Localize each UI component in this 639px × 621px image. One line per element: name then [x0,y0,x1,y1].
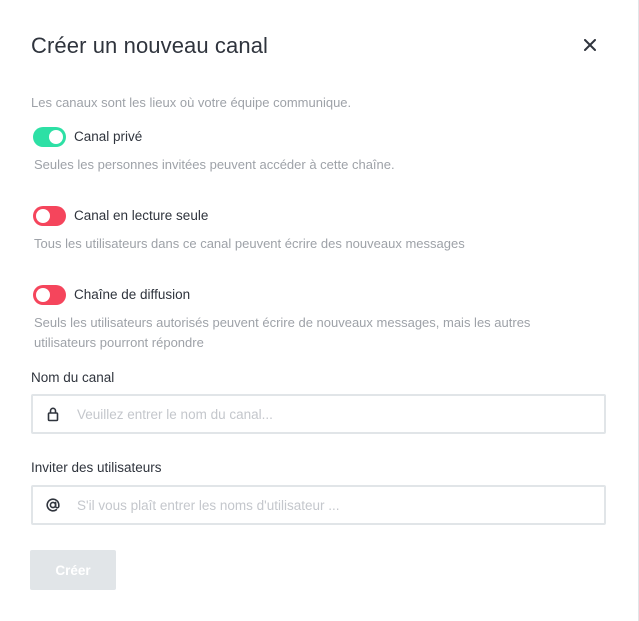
at-icon [33,487,73,523]
private-channel-label: Canal privé [74,129,143,144]
close-button[interactable] [581,36,599,54]
toggle-knob [36,288,50,302]
toggle-knob [49,130,63,144]
modal-title: Créer un nouveau canal [31,33,269,58]
private-channel-toggle[interactable] [33,127,66,147]
read-only-channel-toggle[interactable] [33,206,66,226]
modal-header: Créer un nouveau canal [31,32,611,62]
private-channel-row: Canal privé [33,127,142,147]
read-only-channel-row: Canal en lecture seule [33,206,208,226]
broadcast-channel-help: Seuls les utilisateurs autorisés peuvent… [34,315,531,350]
channel-name-label: Nom du canal [31,370,115,385]
private-channel-help: Seules les personnes invitées peuvent ac… [34,157,395,172]
intro-text: Les canaux sont les lieux où votre équip… [31,95,352,110]
channel-name-field [31,394,606,434]
invite-users-field [31,485,606,525]
toggle-knob [36,209,50,223]
channel-name-input[interactable] [73,397,604,431]
read-only-channel-label: Canal en lecture seule [74,208,209,223]
broadcast-channel-label: Chaîne de diffusion [74,287,191,302]
lock-icon [33,396,73,432]
broadcast-channel-row: Chaîne de diffusion [33,285,190,305]
create-button[interactable]: Créer [30,550,116,590]
invite-users-input[interactable] [73,488,604,522]
broadcast-channel-toggle[interactable] [33,285,66,305]
close-icon [584,39,596,51]
create-channel-modal: Créer un nouveau canal Les canaux sont l… [0,0,639,621]
read-only-channel-help: Tous les utilisateurs dans ce canal peuv… [34,236,465,251]
invite-users-label: Inviter des utilisateurs [31,460,162,475]
